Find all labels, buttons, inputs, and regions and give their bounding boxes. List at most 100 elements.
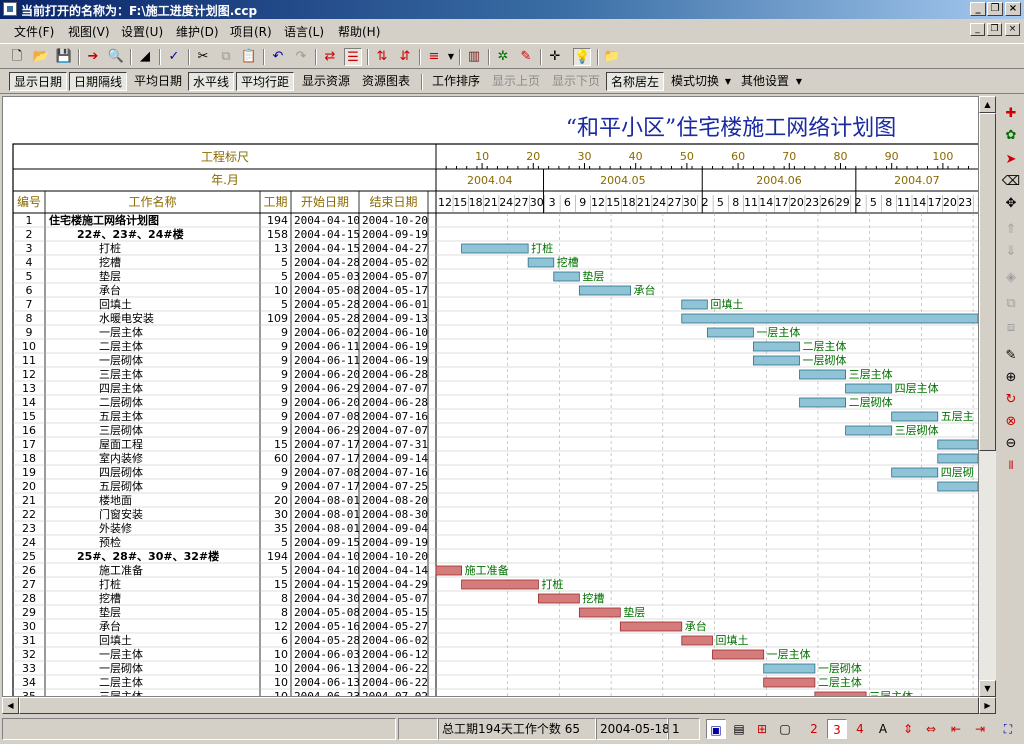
delete-row-icon[interactable]: ⇵ xyxy=(396,48,414,66)
minimize-button[interactable]: _ xyxy=(970,2,986,16)
down-level-icon[interactable]: ⇓ xyxy=(1001,242,1021,262)
previous-page-button[interactable]: 显示上页 xyxy=(488,72,544,91)
menu-maintain[interactable]: 维护(D) xyxy=(176,23,219,40)
resource-icon[interactable]: ✲ xyxy=(494,48,512,66)
row-duration: 10 xyxy=(274,690,288,696)
fullscreen-icon[interactable]: ⛶ xyxy=(998,719,1018,739)
color-palette-icon[interactable]: ✿ xyxy=(1001,126,1021,146)
bar-label: 三层主体 xyxy=(869,689,913,696)
mode-switch-dropdown-icon[interactable]: ▼ xyxy=(723,72,733,91)
other-settings-button[interactable]: 其他设置 xyxy=(738,72,792,91)
expand-rows-icon[interactable]: ⇕ xyxy=(898,719,918,739)
month-label: 2004.06 xyxy=(756,174,802,187)
refresh-icon[interactable]: ↻ xyxy=(1001,390,1021,410)
triangle-icon[interactable]: ◢ xyxy=(136,48,154,66)
fit-width-icon[interactable]: ⇤ xyxy=(946,719,966,739)
menu-help[interactable]: 帮助(H) xyxy=(338,23,380,40)
align-icon[interactable]: ≡ xyxy=(425,48,443,66)
horizontal-scrollbar[interactable]: ◀ ▶ xyxy=(2,697,996,714)
column-icon[interactable]: ⫴ xyxy=(1001,456,1021,476)
undo-icon[interactable]: ↶ xyxy=(269,48,287,66)
open-folder-icon[interactable]: 📂 xyxy=(32,48,50,66)
save-icon[interactable]: 💾 xyxy=(55,48,73,66)
open-project-icon[interactable]: 📁 xyxy=(603,48,621,66)
align-dropdown-icon[interactable]: ▼ xyxy=(442,48,460,66)
four-level-icon[interactable]: 4 xyxy=(850,719,870,739)
resource-chart-button[interactable]: 资源图表 xyxy=(358,72,414,91)
menu-project[interactable]: 项目(R) xyxy=(230,23,272,40)
restore-button[interactable]: ❐ xyxy=(987,2,1003,16)
task-sort-button[interactable]: 工作排序 xyxy=(428,72,484,91)
table-view-icon[interactable]: ▤ xyxy=(729,719,749,739)
scroll-up-button[interactable]: ▲ xyxy=(979,96,996,113)
date-gridline-button[interactable]: 日期隔线 xyxy=(69,72,127,91)
scroll-right-button[interactable]: ▶ xyxy=(979,697,996,714)
layout-view-icon[interactable]: ▣ xyxy=(706,719,726,739)
paste-icon[interactable]: 📋 xyxy=(240,48,258,66)
link-tasks-icon[interactable]: ⇄ xyxy=(321,48,339,66)
library-icon[interactable]: ▥ xyxy=(465,48,483,66)
mdi-minimize-button[interactable]: _ xyxy=(970,23,985,36)
average-date-button[interactable]: 平均日期 xyxy=(130,72,186,91)
merge-icon[interactable]: ⧈ xyxy=(1001,318,1021,338)
scroll-down-button[interactable]: ▼ xyxy=(979,680,996,697)
show-resource-button[interactable]: 显示资源 xyxy=(298,72,354,91)
name-align-left-button[interactable]: 名称居左 xyxy=(606,72,664,91)
crosshair-icon[interactable]: ✛ xyxy=(546,48,564,66)
move-icon[interactable]: ✥ xyxy=(1001,194,1021,214)
menu-file[interactable]: 文件(F) xyxy=(14,23,54,40)
mdi-close-button[interactable]: × xyxy=(1005,23,1020,36)
copy-icon[interactable]: ⧉ xyxy=(217,48,235,66)
cut-icon[interactable]: ✂ xyxy=(194,48,212,66)
pen-icon[interactable]: ✎ xyxy=(1001,346,1021,366)
row-start-date: 2004-06-29 xyxy=(294,382,360,395)
mdi-restore-button[interactable]: ❐ xyxy=(987,23,1002,36)
next-page-button[interactable]: 显示下页 xyxy=(548,72,604,91)
network-view-icon[interactable]: ⊞ xyxy=(752,719,772,739)
gantt-chart-canvas[interactable]: “和平小区”住宅楼施工网络计划图 工程标尺 年.月 10 20 30 40 50 60 70 80 9… xyxy=(2,96,979,697)
other-settings-dropdown-icon[interactable]: ▼ xyxy=(794,72,804,91)
menu-view[interactable]: 视图(V) xyxy=(68,23,110,40)
vertical-scrollbar[interactable]: ▲ ▼ xyxy=(979,96,996,697)
eraser-icon[interactable]: ⌫ xyxy=(1001,172,1021,192)
target-icon[interactable]: ⊗ xyxy=(1001,412,1021,432)
split-icon[interactable]: ⧉ xyxy=(1001,294,1021,314)
three-level-icon[interactable]: 3 xyxy=(827,719,847,739)
average-row-spacing-button[interactable]: 平均行距 xyxy=(236,72,294,91)
menu-settings[interactable]: 设置(U) xyxy=(121,23,163,40)
mode-switch-button[interactable]: 模式切换 xyxy=(668,72,722,91)
up-level-icon[interactable]: ⇑ xyxy=(1001,220,1021,240)
row-id: 2 xyxy=(26,228,33,241)
row-start-date: 2004-04-10 xyxy=(294,550,360,563)
show-date-button[interactable]: 显示日期 xyxy=(9,72,67,91)
gantt-view-icon[interactable]: ☰ xyxy=(344,48,362,66)
add-task-icon[interactable]: ✚ xyxy=(1001,104,1021,124)
collapse-rows-icon[interactable]: ⇔ xyxy=(921,719,941,739)
tag-icon[interactable]: ◈ xyxy=(1001,268,1021,288)
two-level-icon[interactable]: 2 xyxy=(804,719,824,739)
zoom-in-icon[interactable]: ⊕ xyxy=(1001,368,1021,388)
vertical-scroll-thumb[interactable] xyxy=(979,113,996,451)
zoom-out-icon[interactable]: ⊖ xyxy=(1001,434,1021,454)
close-button[interactable]: × xyxy=(1005,2,1021,16)
horizontal-scroll-thumb[interactable] xyxy=(19,697,979,714)
export-icon[interactable]: ➔ xyxy=(84,48,102,66)
fit-height-icon[interactable]: ⇥ xyxy=(970,719,990,739)
check-tool-icon[interactable]: ✓ xyxy=(165,48,183,66)
row-task-name: 施工准备 xyxy=(99,563,143,577)
new-file-icon[interactable]: 🗋 xyxy=(8,48,26,66)
scroll-left-button[interactable]: ◀ xyxy=(2,697,19,714)
toolbar-separator xyxy=(419,49,421,65)
text-level-icon[interactable]: A xyxy=(873,719,893,739)
single-view-icon[interactable]: ▢ xyxy=(775,719,795,739)
horizontal-line-button[interactable]: 水平线 xyxy=(188,72,234,91)
draw-tool-icon[interactable]: ✎ xyxy=(517,48,535,66)
menu-language[interactable]: 语言(L) xyxy=(284,23,324,40)
lightbulb-icon[interactable]: 💡 xyxy=(573,48,591,66)
row-id: 18 xyxy=(22,452,36,465)
print-preview-icon[interactable]: 🔍 xyxy=(107,48,125,66)
redo-icon[interactable]: ↷ xyxy=(292,48,310,66)
insert-row-icon[interactable]: ⇅ xyxy=(373,48,391,66)
app-icon[interactable] xyxy=(3,2,17,16)
select-arrow-icon[interactable]: ➤ xyxy=(1001,150,1021,170)
